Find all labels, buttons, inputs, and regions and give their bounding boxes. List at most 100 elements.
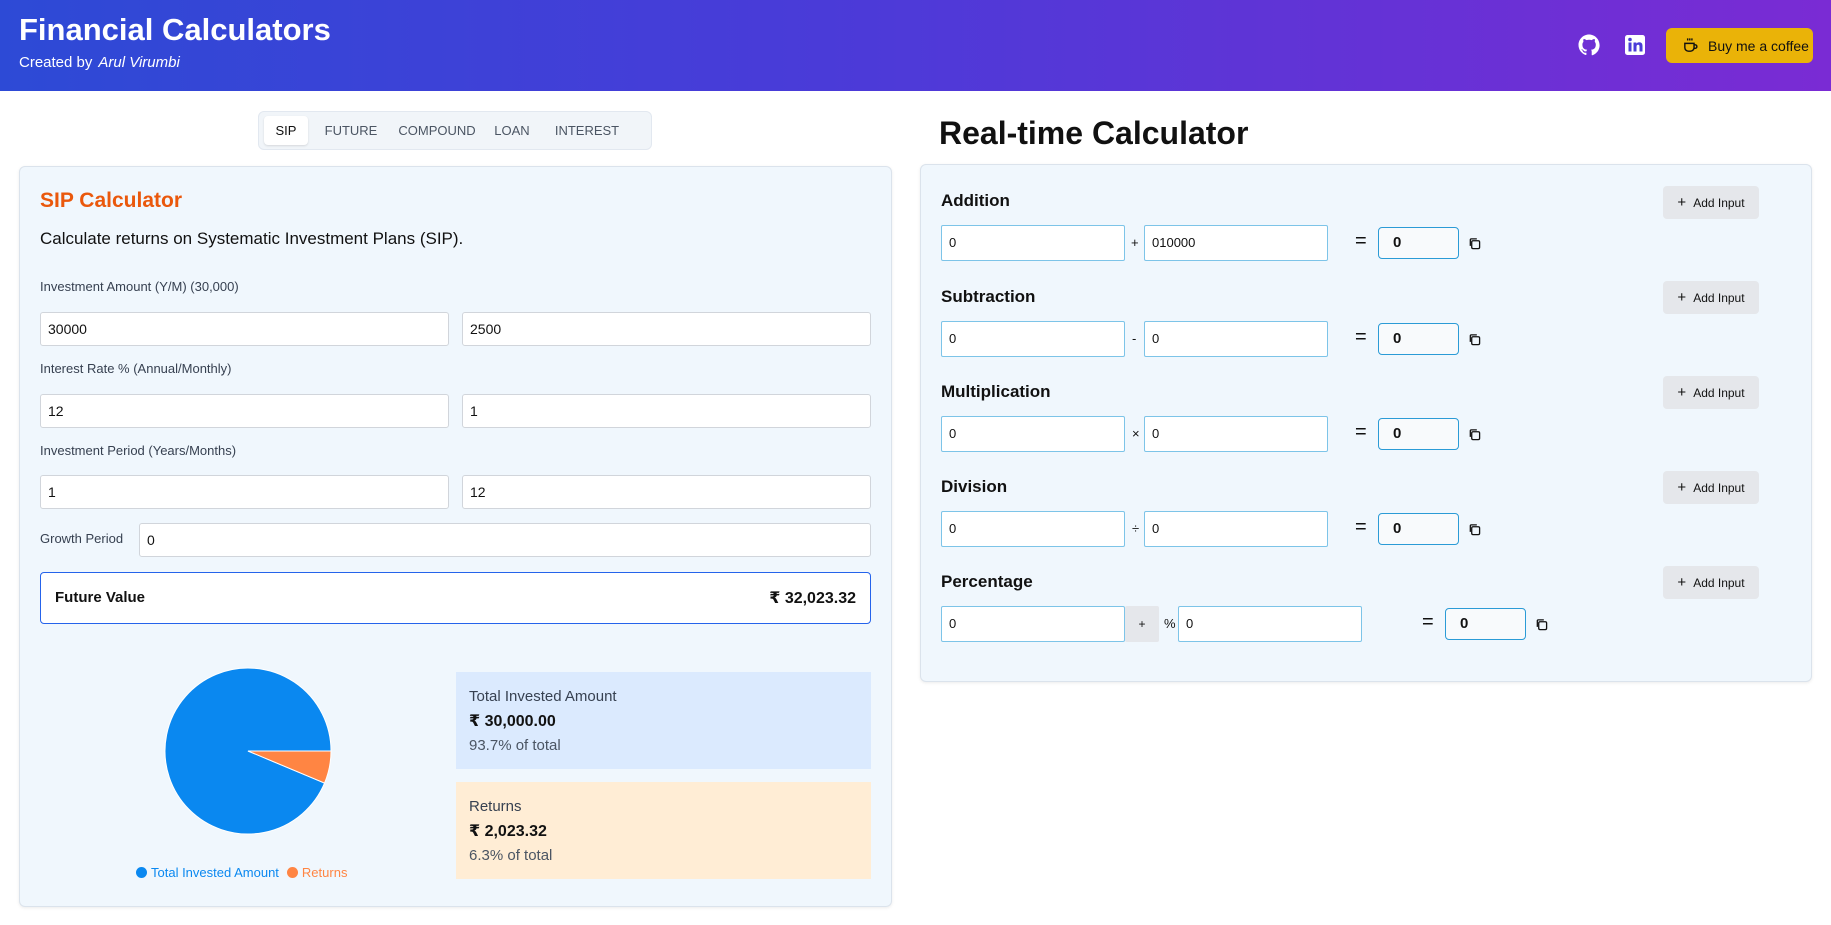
linkedin-icon[interactable]	[1623, 33, 1647, 57]
growth-period-input[interactable]: 0	[139, 523, 871, 557]
investment-yearly-input[interactable]: 30000	[40, 312, 449, 346]
investment-monthly-input[interactable]: 2500	[462, 312, 871, 346]
tab-loan[interactable]: LOAN	[487, 116, 537, 145]
created-by-label: Created by	[19, 54, 93, 71]
subtraction-operator: -	[1132, 331, 1137, 346]
addition-result: 0	[1378, 227, 1459, 259]
coffee-icon	[1684, 38, 1698, 52]
percentage-label: Percentage	[941, 572, 1033, 591]
legend-item-invested[interactable]: Total Invested Amount	[136, 865, 279, 880]
buy-coffee-label: Buy me a coffee	[1708, 37, 1809, 54]
plus-icon: +	[1677, 289, 1687, 306]
addition-label: Addition	[941, 191, 1010, 210]
invested-percent: 93.7% of total	[469, 737, 561, 754]
legend-item-returns[interactable]: Returns	[286, 865, 348, 880]
pie-legend: Total Invested Amount Returns	[136, 865, 347, 880]
multiplication-input-b[interactable]: 0	[1144, 416, 1328, 452]
future-value-box: Future Value ₹ 32,023.32	[40, 572, 871, 624]
add-input-label: Add Input	[1693, 290, 1745, 305]
buy-coffee-button[interactable]: Buy me a coffee	[1666, 28, 1813, 63]
division-label: Division	[941, 477, 1008, 496]
percentage-result: 0	[1445, 608, 1526, 640]
future-value-amount: ₹ 32,023.32	[769, 590, 856, 607]
realtime-calculator-card: Addition + Add Input 0 + 010000 = 0 Subtr…	[920, 164, 1812, 682]
multiplication-result: 0	[1378, 418, 1459, 450]
multiplication-operator: ×	[1132, 426, 1140, 441]
multiplication-label: Multiplication	[941, 382, 1051, 401]
subtraction-input-a[interactable]: 0	[941, 321, 1125, 357]
plus-icon: +	[1677, 574, 1687, 591]
percentage-input-a[interactable]: 0	[941, 606, 1125, 642]
division-input-a[interactable]: 0	[941, 511, 1125, 547]
legend-dot-invested	[136, 867, 147, 878]
subtraction-label: Subtraction	[941, 287, 1036, 306]
add-input-label: Add Input	[1693, 195, 1745, 210]
addition-input-a[interactable]: 0	[941, 225, 1125, 261]
percentage-sign-toggle[interactable]: +	[1125, 606, 1159, 642]
copy-icon[interactable]	[1468, 237, 1481, 250]
future-value-label: Future Value	[55, 589, 146, 606]
subtraction-input-b[interactable]: 0	[1144, 321, 1328, 357]
division-input-b[interactable]: 0	[1144, 511, 1328, 547]
returns-value: ₹ 2,023.32	[469, 823, 547, 840]
tab-sip[interactable]: SIP	[264, 116, 308, 145]
sip-calculator-card: SIP Calculator Calculate returns on Syst…	[19, 166, 892, 907]
github-icon[interactable]	[1577, 33, 1601, 57]
tab-interest[interactable]: INTEREST	[547, 116, 627, 145]
period-label: Investment Period (Years/Months)	[40, 443, 237, 458]
plus-icon: +	[1677, 384, 1687, 401]
addition-operator: +	[1131, 235, 1139, 250]
sip-pie-chart	[164, 667, 332, 835]
percentage-equals: =	[1422, 611, 1434, 633]
copy-icon[interactable]	[1535, 618, 1548, 631]
legend-label-returns: Returns	[301, 865, 348, 880]
copy-icon[interactable]	[1468, 523, 1481, 536]
addition-add-input-button[interactable]: + Add Input	[1663, 186, 1759, 219]
legend-label-invested: Total Invested Amount	[151, 865, 279, 880]
invested-value: ₹ 30,000.00	[469, 713, 556, 730]
rate-annual-input[interactable]: 12	[40, 394, 449, 428]
invested-stat-box: Total Invested Amount ₹ 30,000.00 93.7% …	[456, 672, 871, 769]
returns-percent: 6.3% of total	[469, 847, 553, 864]
add-input-label: Add Input	[1693, 385, 1745, 400]
percentage-add-input-button[interactable]: + Add Input	[1663, 566, 1759, 599]
created-by: Created by Arul Virumbi	[19, 54, 180, 71]
add-input-label: Add Input	[1693, 575, 1745, 590]
rate-monthly-input[interactable]: 1	[462, 394, 871, 428]
period-years-input[interactable]: 1	[40, 475, 449, 509]
division-operator: ÷	[1132, 521, 1140, 536]
multiplication-add-input-button[interactable]: + Add Input	[1663, 376, 1759, 409]
addition-equals: =	[1355, 230, 1367, 252]
plus-icon: +	[1677, 194, 1687, 211]
returns-stat-box: Returns ₹ 2,023.32 6.3% of total	[456, 782, 871, 879]
invested-label: Total Invested Amount	[469, 688, 617, 705]
addition-input-b[interactable]: 010000	[1144, 225, 1328, 261]
subtraction-equals: =	[1355, 326, 1367, 348]
add-input-label: Add Input	[1693, 480, 1745, 495]
realtime-title: Real-time Calculator	[939, 115, 1249, 151]
multiplication-equals: =	[1355, 421, 1367, 443]
calculator-tabs: SIP FUTURE COMPOUND LOAN INTEREST	[258, 111, 652, 150]
returns-label: Returns	[469, 798, 522, 815]
rate-label: Interest Rate % (Annual/Monthly)	[40, 361, 232, 376]
investment-label: Investment Amount (Y/M) (30,000)	[40, 279, 239, 294]
app-title: Financial Calculators	[19, 12, 331, 47]
multiplication-input-a[interactable]: 0	[941, 416, 1125, 452]
app-header: Financial Calculators Created by Arul Vir…	[0, 0, 1831, 91]
division-add-input-button[interactable]: + Add Input	[1663, 471, 1759, 504]
division-equals: =	[1355, 516, 1367, 538]
sip-title: SIP Calculator	[40, 189, 182, 212]
copy-icon[interactable]	[1468, 428, 1481, 441]
plus-icon: +	[1677, 479, 1687, 496]
percentage-operator: %	[1164, 616, 1176, 631]
legend-dot-returns	[286, 867, 298, 878]
period-months-input[interactable]: 12	[462, 475, 871, 509]
sip-description: Calculate returns on Systematic Investme…	[40, 229, 464, 248]
subtraction-result: 0	[1378, 323, 1459, 355]
tab-compound[interactable]: COMPOUND	[397, 116, 477, 145]
tab-future[interactable]: FUTURE	[321, 116, 381, 145]
author-link[interactable]: Arul Virumbi	[98, 54, 179, 71]
subtraction-add-input-button[interactable]: + Add Input	[1663, 281, 1759, 314]
percentage-input-b[interactable]: 0	[1178, 606, 1362, 642]
copy-icon[interactable]	[1468, 333, 1481, 346]
